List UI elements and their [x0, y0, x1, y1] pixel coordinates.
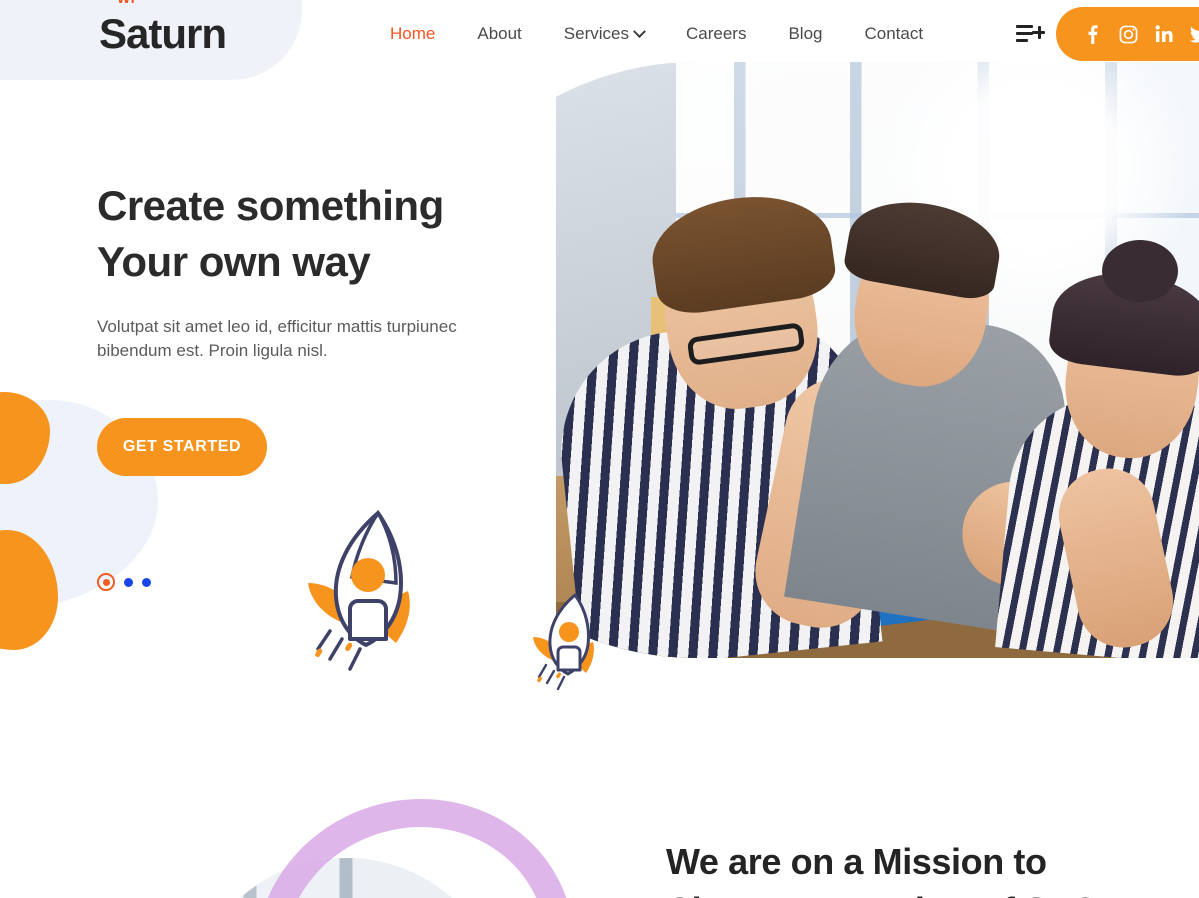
carousel-dot-2[interactable]	[124, 577, 133, 587]
logo[interactable]: WP Saturn	[99, 0, 299, 57]
nav-label: About	[477, 24, 522, 43]
nav-label: Home	[390, 24, 436, 43]
nav-item-blog[interactable]: Blog	[767, 24, 843, 44]
hero-title-line-1: Create something	[97, 182, 444, 229]
twitter-icon[interactable]	[1190, 24, 1199, 44]
logo-superscript: WP	[117, 0, 141, 6]
header-actions	[1016, 7, 1199, 61]
mission-title-line-1: We are on a Mission to	[666, 841, 1047, 882]
mission-title: We are on a Mission to Change Your View …	[666, 838, 1099, 898]
get-started-button[interactable]: GET STARTED	[97, 418, 267, 476]
linkedin-icon[interactable]	[1154, 24, 1174, 44]
logo-name: Saturn	[99, 10, 227, 57]
hero-title-line-2: Your own way	[97, 237, 371, 285]
social-links	[1056, 7, 1199, 61]
nav-item-contact[interactable]: Contact	[843, 24, 944, 44]
facebook-icon[interactable]	[1082, 24, 1102, 44]
hero-title: Create something Your own way	[97, 178, 567, 290]
nav-item-about[interactable]: About	[456, 24, 542, 44]
nav-label: Blog	[788, 24, 823, 43]
carousel-dot-1-active[interactable]	[97, 573, 115, 591]
main-navigation: Home About Services Careers Blog Contact	[369, 24, 944, 44]
rocket-icon	[300, 497, 430, 677]
nav-item-home[interactable]: Home	[369, 24, 456, 44]
list-plus-icon[interactable]	[1016, 22, 1045, 46]
chevron-down-icon	[633, 24, 646, 38]
nav-label: Contact	[864, 24, 924, 43]
rocket-icon-small	[528, 585, 606, 693]
hero-subtitle: Volutpat sit amet leo id, efficitur matt…	[97, 316, 457, 361]
landing-page: WP Saturn Home About Services Careers Bl…	[0, 0, 1199, 898]
site-header: WP Saturn Home About Services Careers Bl…	[0, 0, 1199, 68]
instagram-icon[interactable]	[1118, 24, 1138, 44]
hero-copy: Create something Your own way Volutpat s…	[97, 178, 567, 476]
mission-title-line-2: Change Your View of SEO	[666, 887, 1099, 898]
nav-item-services[interactable]: Services	[543, 24, 665, 44]
carousel-dot-3[interactable]	[142, 577, 151, 587]
carousel-dots	[97, 573, 151, 591]
nav-label: Careers	[685, 24, 747, 43]
nav-label: Services	[563, 24, 629, 43]
nav-item-careers[interactable]: Careers	[665, 24, 767, 44]
hero-image	[556, 62, 1199, 658]
